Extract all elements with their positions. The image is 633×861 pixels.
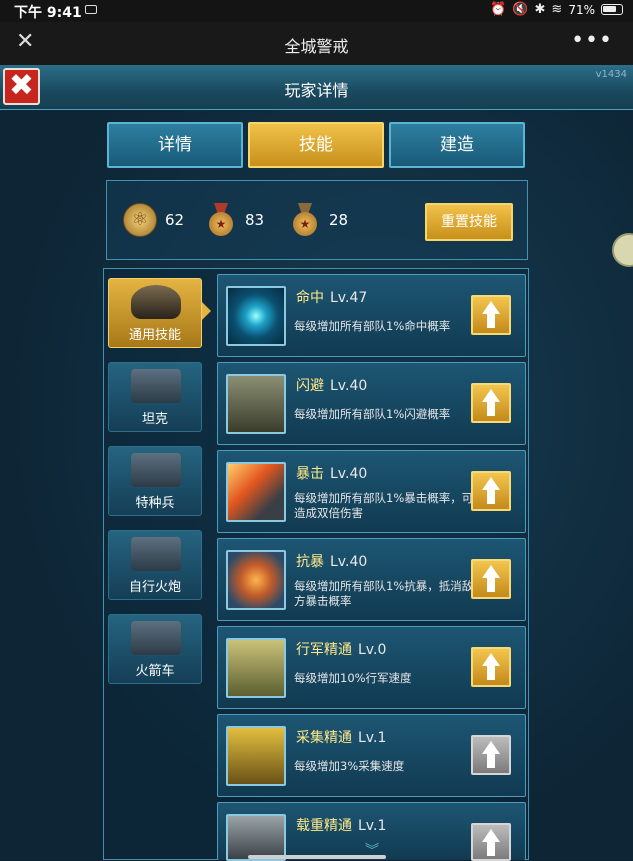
tank-icon bbox=[226, 374, 286, 434]
battery-icon bbox=[601, 4, 623, 15]
app-title-bar: ✕ 全城警戒 ••• bbox=[0, 22, 633, 65]
category-label: 坦克 bbox=[141, 412, 168, 427]
target-icon bbox=[226, 286, 286, 346]
missile-icon bbox=[226, 462, 286, 522]
upgrade-button-disabled[interactable] bbox=[471, 735, 511, 775]
skill-description: 每级增加所有部队1%暴击概率，可造成双倍伤害 bbox=[294, 491, 474, 520]
soldier-icon bbox=[131, 453, 181, 487]
skill-name: 闪避 Lv.40 bbox=[296, 378, 368, 394]
skill-description: 每级增加所有部队1%命中概率 bbox=[294, 319, 451, 333]
version-label: v1434 bbox=[595, 69, 627, 80]
media-icon bbox=[85, 5, 97, 14]
more-options-icon[interactable]: ••• bbox=[571, 28, 613, 53]
category-label: 火箭车 bbox=[135, 664, 175, 679]
category-rocket-launcher[interactable]: 火箭车 bbox=[108, 614, 202, 684]
resource-item: ★ 28 bbox=[289, 203, 348, 237]
skill-card: 闪避 Lv.40 每级增加所有部队1%闪避概率 bbox=[217, 362, 526, 445]
skill-name: 采集精通 Lv.1 bbox=[296, 730, 387, 746]
game-header: ✖ 玩家详情 v1434 bbox=[0, 65, 633, 111]
bluetooth-icon: ✱ bbox=[534, 2, 546, 17]
resource-value: 28 bbox=[329, 211, 349, 229]
skill-name: 暴击 Lv.40 bbox=[296, 466, 368, 482]
upgrade-button[interactable] bbox=[471, 383, 511, 423]
skill-card: 行军精通 Lv.0 每级增加10%行军速度 bbox=[217, 626, 526, 709]
category-artillery[interactable]: 自行火炮 bbox=[108, 530, 202, 600]
skill-name: 命中 Lv.47 bbox=[296, 290, 368, 306]
battery-percent: 71% bbox=[568, 2, 595, 17]
skill-name: 行军精通 Lv.0 bbox=[296, 642, 387, 658]
upgrade-button[interactable] bbox=[471, 647, 511, 687]
status-time: 下午 9:41 bbox=[14, 5, 82, 21]
resource-value: 62 bbox=[165, 211, 185, 229]
skill-card: 命中 Lv.47 每级增加所有部队1%命中概率 bbox=[217, 274, 526, 357]
skill-card: 采集精通 Lv.1 每级增加3%采集速度 bbox=[217, 714, 526, 797]
skill-name: 载重精通 Lv.1 bbox=[296, 818, 387, 834]
tank-icon bbox=[131, 369, 181, 403]
home-indicator[interactable] bbox=[248, 855, 386, 859]
skill-description: 每级增加10%行军速度 bbox=[294, 671, 412, 685]
atom-medal-icon: ⚛ bbox=[123, 203, 157, 237]
alarm-icon: ⏰ bbox=[490, 2, 507, 17]
category-label: 通用技能 bbox=[128, 328, 181, 343]
shield-icon bbox=[226, 550, 286, 610]
skill-description: 每级增加3%采集速度 bbox=[294, 759, 405, 773]
skill-points-bar: ⚛ 62 ★ 83 ★ 28 重置技能 bbox=[106, 180, 528, 260]
bulldozer-icon bbox=[226, 726, 286, 786]
rocket-truck-icon bbox=[131, 621, 181, 655]
upgrade-button[interactable] bbox=[471, 559, 511, 599]
wifi-icon: ≋ bbox=[551, 2, 563, 17]
officer-cap-icon bbox=[131, 285, 181, 319]
tab-skills[interactable]: 技能 bbox=[248, 122, 384, 168]
tab-details[interactable]: 详情 bbox=[107, 122, 243, 168]
resource-item: ★ 83 bbox=[205, 203, 264, 237]
active-category-arrow bbox=[202, 302, 211, 320]
scroll-down-icon: ︾ bbox=[365, 843, 379, 859]
status-bar: 下午 9:41 ⏰ 🔇 ✱ ≋ 71% bbox=[0, 0, 633, 22]
red-star-medal-icon: ★ bbox=[205, 203, 237, 237]
mute-icon: 🔇 bbox=[512, 2, 529, 17]
tab-build[interactable]: 建造 bbox=[389, 122, 525, 168]
skill-card: 抗暴 Lv.40 每级增加所有部队1%抗暴，抵消敌方暴击概率 bbox=[217, 538, 526, 621]
skill-name: 抗暴 Lv.40 bbox=[296, 554, 368, 570]
status-icons: ⏰ 🔇 ✱ ≋ 71% bbox=[490, 2, 623, 17]
category-label: 自行火炮 bbox=[128, 580, 181, 595]
category-label: 特种兵 bbox=[135, 496, 175, 511]
skill-description: 每级增加所有部队1%抗暴，抵消敌方暴击概率 bbox=[294, 579, 474, 608]
upgrade-button-disabled[interactable] bbox=[471, 823, 511, 861]
skill-description: 每级增加所有部队1%闪避概率 bbox=[294, 407, 451, 421]
tab-bar: 详情 技能 建造 bbox=[107, 122, 527, 170]
upgrade-button[interactable] bbox=[471, 295, 511, 335]
upgrade-button[interactable] bbox=[471, 471, 511, 511]
resource-item: ⚛ 62 bbox=[123, 203, 184, 237]
bronze-star-medal-icon: ★ bbox=[289, 203, 321, 237]
truck-icon bbox=[226, 814, 286, 861]
reset-skills-button[interactable]: 重置技能 bbox=[425, 203, 513, 241]
resource-value: 83 bbox=[245, 211, 265, 229]
category-special-forces[interactable]: 特种兵 bbox=[108, 446, 202, 516]
skill-card: 暴击 Lv.40 每级增加所有部队1%暴击概率，可造成双倍伤害 bbox=[217, 450, 526, 533]
category-general[interactable]: 通用技能 bbox=[108, 278, 202, 348]
page-title: 玩家详情 bbox=[284, 81, 349, 100]
artillery-icon bbox=[131, 537, 181, 571]
app-title: 全城警戒 bbox=[284, 37, 349, 56]
category-tank[interactable]: 坦克 bbox=[108, 362, 202, 432]
boot-icon bbox=[226, 638, 286, 698]
